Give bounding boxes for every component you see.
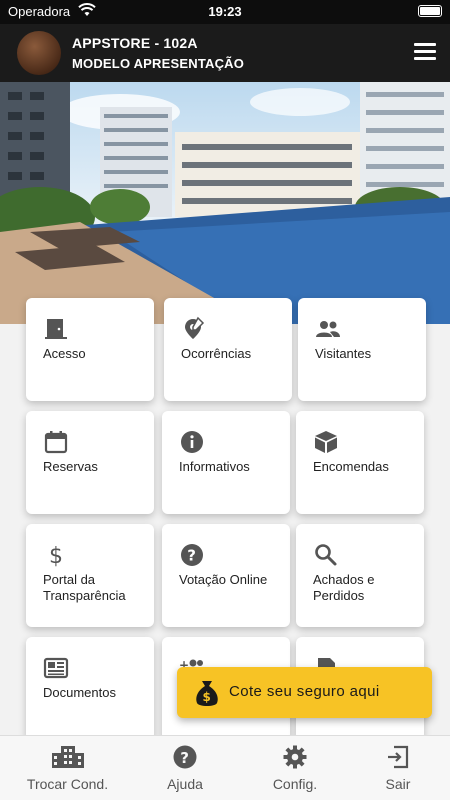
tile-portal-transparencia[interactable]: $ Portal da Transparência [26,524,154,627]
tile-label: Documentos [43,685,116,700]
building-icon [51,746,84,768]
status-bar: Operadora 19:23 [0,0,450,24]
location-edit-icon [185,316,205,339]
svg-text:$: $ [49,544,63,568]
nav-label: Ajuda [167,776,203,792]
newspaper-icon [43,657,69,679]
nav-label: Trocar Cond. [26,776,109,792]
nav-label: Sair [385,776,411,792]
tile-votacao-online[interactable]: ? Votação Online [162,524,290,627]
tile-label: Acesso [43,346,86,361]
app-header: APPSTORE - 102A MODELO APRESENTAÇÃO [0,24,450,82]
help-icon: ? [181,544,203,566]
tile-informativos[interactable]: Informativos [162,411,290,514]
tile-ocorrencias[interactable]: Ocorrências [164,298,292,401]
nav-sair[interactable]: Sair [348,736,448,800]
people-icon [316,321,340,337]
condo-title: APPSTORE - 102A [72,35,198,51]
svg-text:$: $ [203,690,211,704]
search-icon [315,544,337,566]
tile-documentos[interactable]: Documentos [26,637,154,740]
nav-config[interactable]: Config. [245,736,345,800]
help-icon: ? [173,745,197,769]
tile-label: Informativos [179,459,250,474]
tile-visitantes[interactable]: Visitantes [298,298,426,401]
svg-text:?: ? [180,749,189,767]
svg-text:?: ? [187,547,196,565]
gear-icon [283,745,307,769]
tile-label: Portal da Transparência [43,572,126,603]
menu-button[interactable] [414,43,436,61]
tile-label: Votação Online [179,572,268,587]
condo-subtitle: MODELO APRESENTAÇÃO [72,56,245,71]
door-icon [45,319,67,339]
money-bag-icon: $ [196,681,218,706]
tile-label: Visitantes [315,346,372,361]
nav-ajuda[interactable]: ? Ajuda [135,736,235,800]
dollar-icon: $ [49,544,63,568]
insurance-quote-button[interactable]: $ Cote seu seguro aqui [177,667,432,718]
tile-label: Reservas [43,459,98,474]
bottom-nav: Trocar Cond. ? Ajuda Config. Sair [0,735,450,800]
tile-achados-perdidos[interactable]: Achados e Perdidos [296,524,424,627]
tile-encomendas[interactable]: Encomendas [296,411,424,514]
tile-label: Ocorrências [181,346,252,361]
tile-acesso[interactable]: Acesso [26,298,154,401]
nav-label: Config. [272,776,318,792]
exit-icon [388,745,409,769]
hero-image [0,82,450,324]
hamburger-icon [414,43,436,46]
clock: 19:23 [208,4,242,19]
calendar-icon [44,431,68,454]
tile-reservas[interactable]: Reservas [26,411,154,514]
info-icon [181,431,203,453]
nav-trocar-cond[interactable]: Trocar Cond. [0,736,135,800]
insurance-quote-label: Cote seu seguro aqui [229,683,380,700]
battery-icon [418,5,442,17]
tile-label: Encomendas [313,459,389,474]
avatar[interactable] [17,31,61,75]
package-icon [315,431,337,453]
tile-label: Achados e Perdidos [313,572,375,603]
